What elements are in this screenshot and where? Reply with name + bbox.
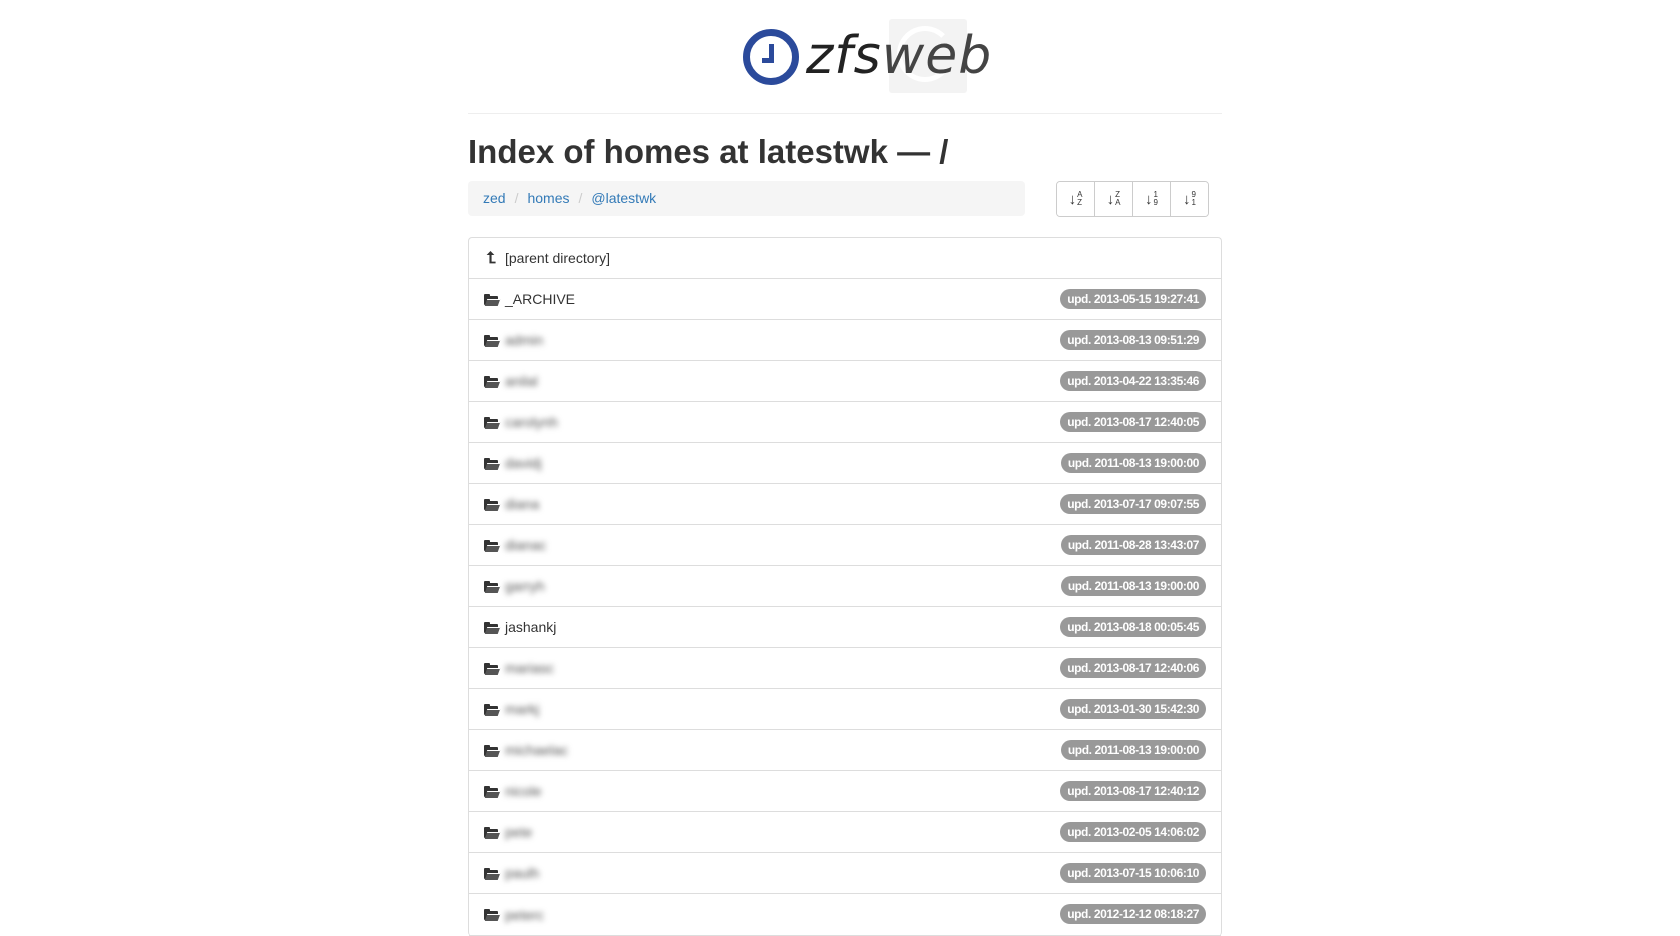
directory-row[interactable]: _ARCHIVE upd. 2013-05-15 19:27:41 (469, 279, 1221, 320)
directory-row[interactable]: michaelac upd. 2011-08-13 19:00:00 (469, 730, 1221, 771)
updated-badge: upd. 2013-01-30 15:42:30 (1060, 699, 1206, 719)
directory-name: michaelac (505, 742, 569, 758)
folder-open-icon (484, 416, 501, 429)
breadcrumb-item-zed[interactable]: zed (483, 190, 506, 206)
parent-directory-row[interactable]: ⮤ [parent directory] (469, 238, 1221, 279)
directory-name: admin (505, 332, 544, 348)
directory-row[interactable]: garryh upd. 2011-08-13 19:00:00 (469, 566, 1221, 607)
sort-label-bottom: 1 (1191, 198, 1196, 207)
page-container: zfsweb Index of homes at latestwk — / ze… (468, 0, 1222, 936)
directory-name: anilal (505, 373, 538, 389)
directory-row[interactable]: jashankj upd. 2013-08-18 00:05:45 (469, 607, 1221, 648)
breadcrumb-item-homes[interactable]: homes (527, 190, 569, 206)
directory-name: carolynh (505, 414, 558, 430)
sort-arrow-icon: ↓ (1068, 190, 1077, 208)
directory-row[interactable]: paulh upd. 2013-07-15 10:06:10 (469, 853, 1221, 894)
folder-open-icon (484, 539, 501, 552)
updated-badge: upd. 2013-02-05 14:06:02 (1060, 822, 1206, 842)
folder-open-icon (484, 908, 501, 921)
folder-open-icon (484, 826, 501, 839)
folder-open-icon (484, 498, 501, 511)
level-up-icon: ⮤ (486, 249, 497, 267)
updated-badge: upd. 2013-07-17 09:07:55 (1060, 494, 1206, 514)
updated-badge: upd. 2011-08-13 19:00:00 (1060, 576, 1206, 596)
sort-button-group: ↓ AZ ↓ ZA ↓ 19 ↓ 91 (1056, 181, 1209, 217)
breadcrumb-separator: / (578, 190, 583, 206)
folder-open-icon (484, 867, 501, 880)
directory-name: nicole (505, 783, 542, 799)
directory-name: _ARCHIVE (505, 291, 576, 307)
logo-text[interactable]: zfsweb (806, 26, 992, 86)
directory-name: dianac (505, 537, 547, 553)
directory-row[interactable]: anilal upd. 2013-04-22 13:35:46 (469, 361, 1221, 402)
directory-listing: ⮤ [parent directory] _ARCHIVE upd. 2013-0… (468, 237, 1222, 936)
directory-row[interactable]: nicole upd. 2013-08-17 12:40:12 (469, 771, 1221, 812)
breadcrumb: zed / homes / @latestwk (468, 181, 1025, 216)
sort-arrow-icon: ↓ (1183, 190, 1191, 208)
updated-badge: upd. 2011-08-13 19:00:00 (1060, 453, 1206, 473)
folder-open-icon (484, 375, 501, 388)
directory-name: mariasc (505, 660, 555, 676)
directory-row[interactable]: admin upd. 2013-08-13 09:51:29 (469, 320, 1221, 361)
updated-badge: upd. 2013-07-15 10:06:10 (1060, 863, 1206, 883)
updated-badge: upd. 2011-08-28 13:43:07 (1060, 535, 1206, 555)
sort-label-bottom: Z (1077, 198, 1082, 207)
folder-open-icon (484, 621, 501, 634)
directory-row[interactable]: pete upd. 2013-02-05 14:06:02 (469, 812, 1221, 853)
logo-text-main: zfs (806, 26, 882, 86)
directory-name: markj (505, 701, 540, 717)
parent-directory-label: [parent directory] (505, 250, 611, 266)
updated-badge: upd. 2013-04-22 13:35:46 (1060, 371, 1206, 391)
directory-name: davidj (505, 455, 542, 471)
directory-row[interactable]: davidj upd. 2011-08-13 19:00:00 (469, 443, 1221, 484)
page-title: Index of homes at latestwk — / (468, 133, 949, 170)
sort-name-asc-button[interactable]: ↓ AZ (1057, 182, 1095, 216)
directory-row[interactable]: diana upd. 2013-07-17 09:07:55 (469, 484, 1221, 525)
updated-badge: upd. 2011-08-13 19:00:00 (1060, 740, 1206, 760)
directory-name: jashankj (505, 619, 557, 635)
clock-icon (743, 29, 799, 85)
updated-badge: upd. 2013-05-15 19:27:41 (1060, 289, 1206, 309)
directory-row[interactable]: mariasc upd. 2013-08-17 12:40:06 (469, 648, 1221, 689)
folder-open-icon (484, 703, 501, 716)
sort-arrow-icon: ↓ (1145, 190, 1153, 208)
updated-badge: upd. 2013-08-17 12:40:12 (1060, 781, 1206, 801)
breadcrumb-item-snapshot[interactable]: @latestwk (591, 190, 656, 206)
folder-open-icon (484, 785, 501, 798)
updated-badge: upd. 2013-08-13 09:51:29 (1060, 330, 1206, 350)
sort-arrow-icon: ↓ (1106, 190, 1115, 208)
folder-open-icon (484, 744, 501, 757)
folder-open-icon (484, 334, 501, 347)
sort-name-desc-button[interactable]: ↓ ZA (1095, 182, 1133, 216)
site-header: zfsweb (468, 0, 1222, 114)
directory-name: garryh (505, 578, 545, 594)
sort-date-asc-button[interactable]: ↓ 19 (1133, 182, 1171, 216)
directory-name: peterc (505, 906, 544, 923)
folder-open-icon (484, 662, 501, 675)
folder-open-icon (484, 457, 501, 470)
directory-row[interactable]: markj upd. 2013-01-30 15:42:30 (469, 689, 1221, 730)
updated-badge: upd. 2013-08-17 12:40:05 (1060, 412, 1206, 432)
directory-name: diana (505, 496, 540, 512)
folder-open-icon (484, 293, 501, 306)
breadcrumb-separator: / (514, 190, 519, 206)
directory-row[interactable]: peterc upd. 2012-12-12 08:18:27 (469, 894, 1221, 936)
sort-label-bottom: 9 (1153, 198, 1158, 207)
directory-row[interactable]: dianac upd. 2011-08-28 13:43:07 (469, 525, 1221, 566)
directory-name: paulh (505, 865, 540, 881)
updated-badge: upd. 2013-08-17 12:40:06 (1060, 658, 1206, 678)
sort-label-bottom: A (1115, 198, 1121, 207)
folder-open-icon (484, 580, 501, 593)
updated-badge: upd. 2013-08-18 00:05:45 (1060, 617, 1206, 637)
directory-name: pete (505, 824, 533, 840)
sort-date-desc-button[interactable]: ↓ 91 (1171, 182, 1208, 216)
updated-badge: upd. 2012-12-12 08:18:27 (1060, 904, 1206, 924)
directory-row[interactable]: carolynh upd. 2013-08-17 12:40:05 (469, 402, 1221, 443)
logo-text-sub: web (881, 26, 993, 86)
